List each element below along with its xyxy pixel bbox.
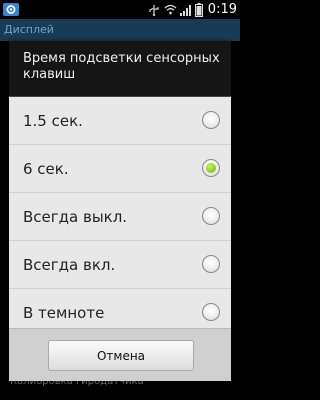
radio-button[interactable]: [202, 303, 220, 321]
dialog-title: Время подсветки сенсорных клавиш: [23, 51, 220, 82]
usb-icon: [149, 4, 159, 16]
timeout-dialog: Время подсветки сенсорных клавиш 1.5 сек…: [9, 41, 231, 381]
option-label: Всегда вкл.: [23, 256, 116, 274]
cancel-button[interactable]: Отмена: [48, 340, 194, 371]
dialog-header: Время подсветки сенсорных клавиш: [9, 41, 231, 97]
radio-button[interactable]: [202, 255, 220, 273]
option-label: Всегда выкл.: [23, 208, 128, 226]
option-label: В темноте: [23, 304, 105, 322]
option-label: 6 сек.: [23, 160, 69, 178]
option-6-sec[interactable]: 6 сек.: [9, 145, 231, 193]
signal-icon: [179, 4, 191, 16]
radio-button[interactable]: [202, 207, 220, 225]
status-bar: 0:19: [0, 0, 240, 19]
radio-button-selected[interactable]: [202, 159, 220, 177]
option-label: 1.5 сек.: [23, 112, 83, 130]
dialog-footer: Отмена: [9, 328, 231, 381]
page-title: Дисплей: [0, 19, 240, 41]
radio-button[interactable]: [202, 111, 220, 129]
option-always-off[interactable]: Всегда выкл.: [9, 193, 231, 241]
option-always-on[interactable]: Всегда вкл.: [9, 241, 231, 289]
status-time: 0:19: [207, 2, 237, 17]
battery-icon: [194, 2, 203, 17]
status-icons: 0:19: [147, 0, 237, 19]
settings-icon: [3, 3, 19, 16]
wifi-icon: [164, 4, 177, 15]
option-1-5-sec[interactable]: 1.5 сек.: [9, 97, 231, 145]
